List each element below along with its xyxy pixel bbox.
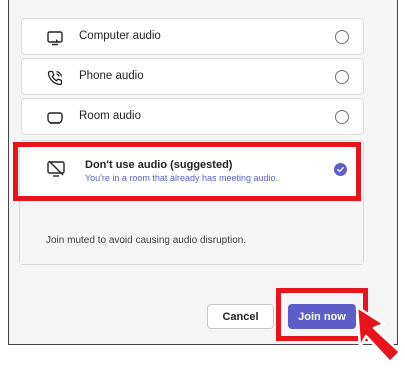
option-label: Computer audio [79, 30, 161, 42]
audio-options-panel: Computer audio Phone audio Room audio Do… [8, 0, 398, 345]
monitor-icon [46, 29, 64, 47]
option-dont-use-audio[interactable]: Don't use audio (suggested) You're in a … [20, 141, 363, 198]
option-computer-audio[interactable]: Computer audio [21, 18, 364, 55]
pointer-arrow-icon [354, 304, 405, 368]
stage: Computer audio Phone audio Room audio Do… [0, 0, 405, 368]
radio-room-audio[interactable] [335, 110, 349, 124]
option-title: Don't use audio (suggested) [85, 159, 233, 171]
radio-phone-audio[interactable] [335, 70, 349, 84]
join-now-button[interactable]: Join now [288, 304, 356, 329]
no-audio-icon [46, 159, 66, 179]
option-label: Phone audio [79, 70, 144, 82]
room-device-icon [46, 109, 64, 127]
option-phone-audio[interactable]: Phone audio [21, 58, 364, 95]
option-room-audio[interactable]: Room audio [21, 98, 364, 135]
option-subtitle: You're in a room that already has meetin… [85, 173, 279, 183]
hint-area: Join muted to avoid causing audio disrup… [20, 198, 363, 264]
checkmark-icon[interactable] [334, 163, 347, 176]
option-dont-use-audio-card: Don't use audio (suggested) You're in a … [19, 140, 364, 265]
radio-computer-audio[interactable] [335, 30, 349, 44]
hint-text: Join muted to avoid causing audio disrup… [46, 235, 247, 246]
option-label: Room audio [79, 110, 142, 122]
phone-icon [46, 69, 64, 87]
cancel-button[interactable]: Cancel [207, 304, 274, 329]
